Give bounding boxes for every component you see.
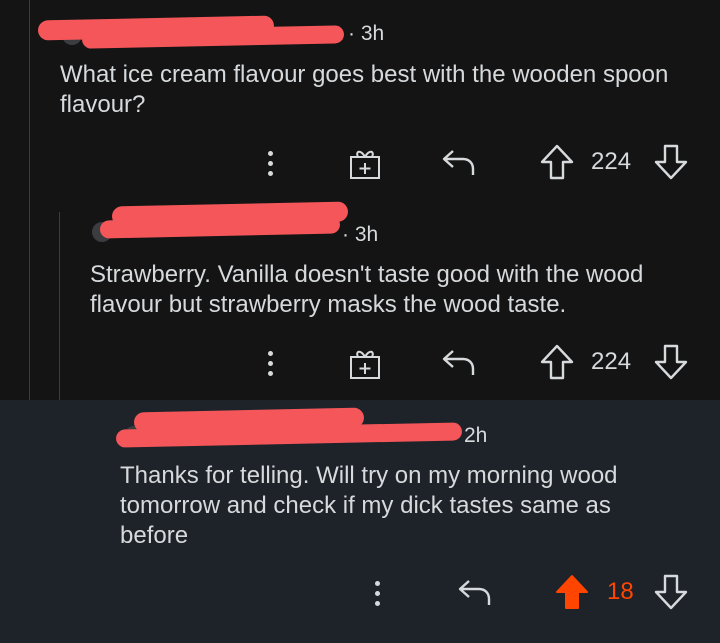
comment-body: Strawberry. Vanilla doesn't taste good w… [90,261,644,318]
timestamp: · 3h [348,22,385,45]
more-options-button[interactable] [258,145,282,181]
award-icon [350,350,380,379]
more-options-button[interactable] [365,575,389,611]
more-icon [267,150,273,176]
vote-count: 224 [591,348,632,375]
comment-2: · 3h Strawberry. Vanilla doesn't taste g… [0,200,720,400]
downvote-button[interactable] [652,572,690,612]
reply-icon [458,580,491,605]
reply-icon [442,350,475,375]
redacted-username [99,215,341,239]
downvote-button[interactable] [652,342,690,382]
reply-icon [442,150,475,175]
upvote-icon [540,344,574,380]
comment-1: · 3h What ice cream flavour goes best wi… [0,0,720,200]
upvote-icon [556,575,588,609]
reply-button[interactable] [440,144,478,180]
award-button[interactable] [346,344,384,382]
reply-button[interactable] [440,344,478,380]
award-button[interactable] [346,144,384,182]
downvote-icon [654,344,688,380]
more-icon [267,350,273,376]
upvote-button[interactable] [538,342,576,382]
upvote-icon [540,144,574,180]
reply-button[interactable] [456,574,494,610]
comment-body: What ice cream flavour goes best with th… [60,61,669,118]
downvote-button[interactable] [652,142,690,182]
upvote-button[interactable] [538,142,576,182]
comment-body: Thanks for telling. Will try on my morni… [120,462,618,549]
downvote-icon [654,144,688,180]
timestamp: · 3h [342,223,379,246]
vote-count: 18 [607,578,634,605]
upvote-button-active[interactable] [553,572,591,612]
vote-count: 224 [591,148,632,175]
downvote-icon [654,574,688,610]
comment-3: 2h Thanks for telling. Will try on my mo… [0,400,720,643]
more-icon [374,580,380,606]
timestamp: 2h [464,424,488,447]
more-options-button[interactable] [258,345,282,381]
award-icon [350,150,380,179]
